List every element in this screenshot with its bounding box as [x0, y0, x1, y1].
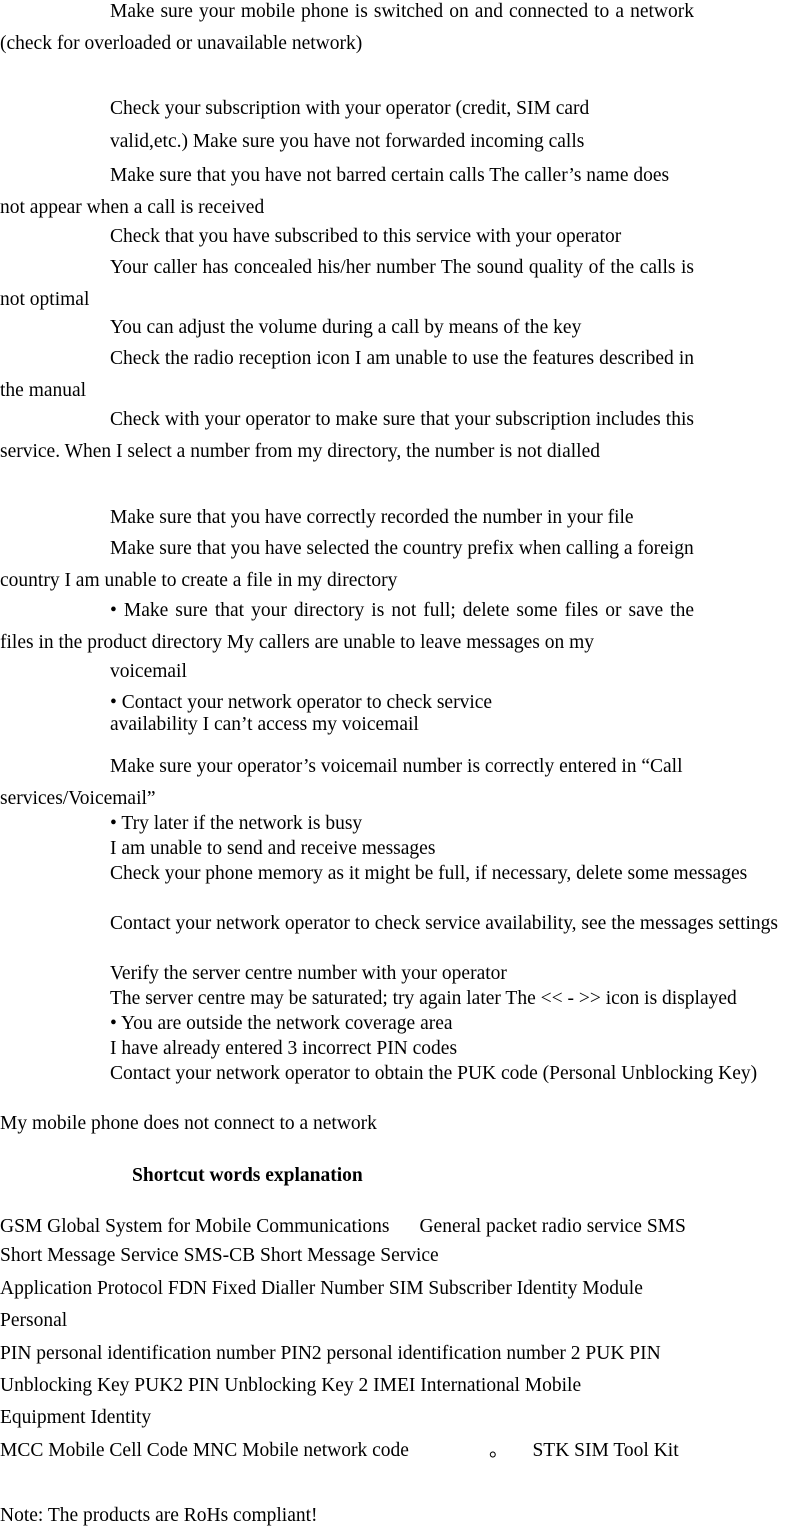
glossary-line-8: MCC Mobile Cell Code MNC Mobile network …: [0, 1435, 786, 1468]
glossary-line-8-part-2: STK SIM Tool Kit: [532, 1440, 679, 1461]
troubleshooting-paragraph-5: Check that you have subscribed to this s…: [110, 226, 622, 247]
troubleshooting-paragraph-20: Contact your network operator to check s…: [110, 913, 779, 934]
troubleshooting-paragraph-25: Contact your network operator to obtain …: [110, 1063, 758, 1084]
glossary-line-7: Equipment Identity: [0, 1407, 152, 1428]
troubleshooting-paragraph-10: Make sure that you have correctly record…: [110, 507, 634, 528]
ideographic-full-stop: 。: [488, 1440, 509, 1461]
troubleshooting-paragraph-26: My mobile phone does not connect to a ne…: [0, 1113, 377, 1134]
document-page: Make sure your mobile phone is switched …: [0, 0, 786, 1527]
troubleshooting-paragraph-2: Check your subscription with your operat…: [110, 98, 590, 119]
troubleshooting-paragraph-3: valid,etc.) Make sure you have not forwa…: [110, 131, 585, 152]
troubleshooting-paragraph-13: voicemail: [110, 661, 187, 682]
troubleshooting-paragraph-8: Check the radio reception icon I am unab…: [0, 348, 694, 401]
glossary-line-3: Application Protocol FDN Fixed Dialler N…: [0, 1278, 643, 1299]
troubleshooting-paragraph-12: • Make sure that your directory is not f…: [0, 600, 694, 653]
glossary-line-6: Unblocking Key PUK2 PIN Unblocking Key 2…: [0, 1375, 582, 1396]
troubleshooting-paragraph-24: I have already entered 3 incorrect PIN c…: [110, 1038, 458, 1059]
glossary-line-5: PIN personal identification number PIN2 …: [0, 1343, 661, 1364]
glossary-line-1: GSM Global System for Mobile Communicati…: [0, 1211, 786, 1244]
troubleshooting-paragraph-17: • Try later if the network is busy: [110, 813, 363, 834]
glossary-line-2: Short Message Service SMS-CB Short Messa…: [0, 1245, 439, 1266]
troubleshooting-paragraph-21: Verify the server centre number with you…: [110, 963, 507, 984]
troubleshooting-paragraph-19: Check your phone memory as it might be f…: [110, 863, 748, 884]
glossary-line-1-part-2: General packet radio service SMS: [419, 1216, 686, 1237]
troubleshooting-paragraph-23: • You are outside the network coverage a…: [110, 1013, 453, 1034]
glossary-line-8-part-1: MCC Mobile Cell Code MNC Mobile network …: [0, 1440, 409, 1461]
troubleshooting-paragraph-11: Make sure that you have selected the cou…: [0, 538, 694, 591]
troubleshooting-paragraph-9: Check with your operator to make sure th…: [0, 409, 694, 462]
troubleshooting-paragraph-16: Make sure your operator’s voicemail numb…: [0, 756, 683, 809]
troubleshooting-paragraph-1: Make sure your mobile phone is switched …: [0, 1, 694, 54]
troubleshooting-paragraph-18: I am unable to send and receive messages: [110, 838, 436, 859]
troubleshooting-paragraph-15: availability I can’t access my voicemail: [110, 714, 419, 735]
troubleshooting-paragraph-22: The server centre may be saturated; try …: [110, 988, 737, 1009]
troubleshooting-paragraph-4: Make sure that you have not barred certa…: [0, 165, 670, 218]
shortcut-words-heading: Shortcut words explanation: [132, 1165, 363, 1186]
glossary-line-4: Personal: [0, 1310, 68, 1331]
troubleshooting-paragraph-6: Your caller has concealed his/her number…: [0, 257, 694, 310]
troubleshooting-paragraph-7: You can adjust the volume during a call …: [110, 317, 582, 338]
glossary-line-1-part-1: GSM Global System for Mobile Communicati…: [0, 1216, 390, 1237]
